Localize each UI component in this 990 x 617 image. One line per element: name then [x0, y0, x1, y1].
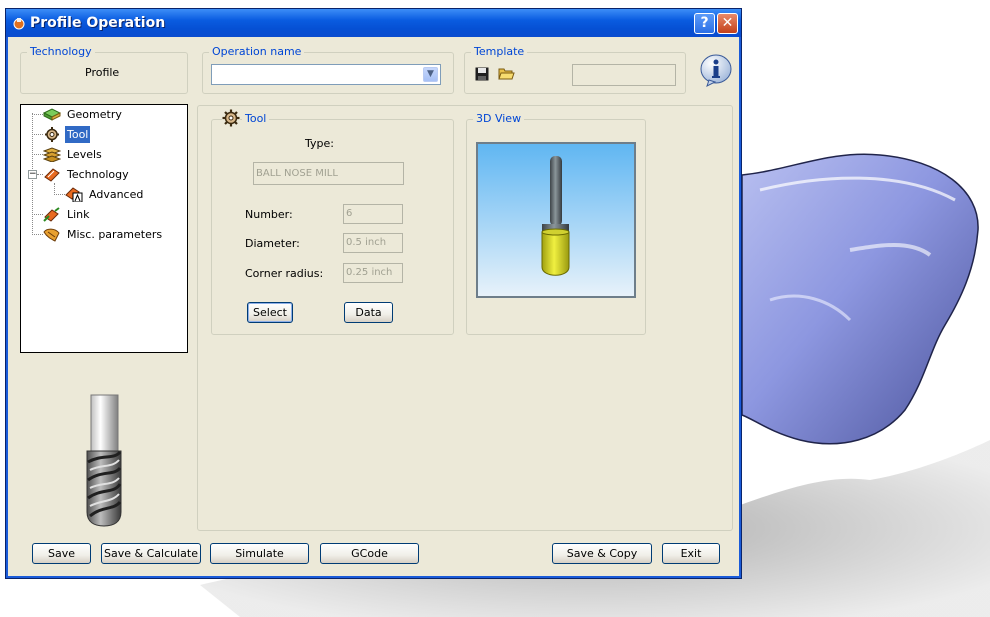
tree-item-label: Misc. parameters: [67, 228, 163, 241]
profile-operation-dialog: Profile Operation ? ✕ Technology Profile…: [5, 8, 742, 579]
type-label: Type:: [305, 137, 334, 150]
3d-view-label: 3D View: [473, 112, 525, 125]
geometry-icon: [43, 108, 61, 121]
save-template-icon[interactable]: [475, 67, 489, 81]
tool-gear-icon: [45, 127, 59, 142]
app-icon: [13, 18, 25, 30]
tool-group-label: Tool: [242, 112, 270, 125]
diameter-value: 0.5 inch: [346, 237, 387, 248]
chevron-down-icon[interactable]: ▼: [423, 67, 438, 82]
diameter-label: Diameter:: [245, 237, 300, 250]
misc-icon: [43, 228, 60, 242]
end-mill-image: [86, 394, 122, 527]
corner-radius-label: Corner radius:: [245, 267, 324, 280]
tool-type-value: BALL NOSE MILL: [256, 168, 338, 179]
tool-group: Tool Type: BALL NOSE MILL Number: 6 Diam…: [211, 109, 454, 335]
info-icon[interactable]: [699, 54, 733, 88]
tool-3d-preview[interactable]: [476, 142, 636, 298]
tree-item-label: Levels: [67, 148, 102, 161]
tree-item-label: Advanced: [89, 188, 144, 201]
template-field: [572, 64, 676, 86]
tool-type-field: BALL NOSE MILL: [253, 162, 404, 185]
operation-name-label: Operation name: [209, 45, 305, 58]
window-title: Profile Operation: [30, 15, 166, 31]
corner-radius-field: 0.25 inch: [343, 263, 403, 283]
technology-expander[interactable]: −: [28, 170, 37, 179]
template-group: Template: [464, 45, 686, 94]
save-calculate-button[interactable]: Save & Calculate: [101, 543, 201, 564]
tree-item-label: Geometry: [67, 108, 122, 121]
help-button[interactable]: ?: [694, 13, 715, 34]
settings-tree[interactable]: − Geometry Tool Levels Technology Advanc…: [20, 104, 188, 353]
corner-radius-value: 0.25 inch: [346, 267, 393, 278]
number-value: 6: [346, 208, 353, 219]
template-label: Template: [471, 45, 528, 58]
number-field: 6: [343, 204, 403, 224]
save-copy-button[interactable]: Save & Copy: [552, 543, 652, 564]
technology-group: Technology Profile: [20, 45, 188, 94]
3d-view-group: 3D View: [466, 112, 646, 335]
save-button[interactable]: Save: [32, 543, 91, 564]
levels-icon: [43, 147, 61, 162]
tool-data-button[interactable]: Data: [344, 302, 393, 323]
link-icon: [43, 207, 60, 222]
simulate-button[interactable]: Simulate: [210, 543, 309, 564]
tree-item-label: Tool: [65, 126, 91, 143]
operation-name-group: Operation name ▼: [202, 45, 454, 94]
main-panel: Tool Type: BALL NOSE MILL Number: 6 Diam…: [197, 105, 733, 531]
tree-item-label: Link: [67, 208, 90, 221]
open-template-icon[interactable]: [498, 66, 515, 80]
select-tool-button[interactable]: Select: [247, 302, 293, 323]
close-button[interactable]: ✕: [717, 13, 738, 34]
tool-gear-icon: [222, 109, 240, 127]
gcode-button[interactable]: GCode: [320, 543, 419, 564]
number-label: Number:: [245, 208, 293, 221]
diameter-field: 0.5 inch: [343, 233, 403, 253]
advanced-icon: [65, 187, 83, 202]
operation-name-combo[interactable]: ▼: [211, 64, 441, 85]
technology-group-label: Technology: [27, 45, 95, 58]
technology-value: Profile: [85, 66, 120, 79]
tree-item-label: Technology: [67, 168, 129, 181]
title-bar[interactable]: Profile Operation ? ✕: [6, 9, 741, 37]
technology-icon: [44, 168, 60, 182]
exit-button[interactable]: Exit: [662, 543, 720, 564]
